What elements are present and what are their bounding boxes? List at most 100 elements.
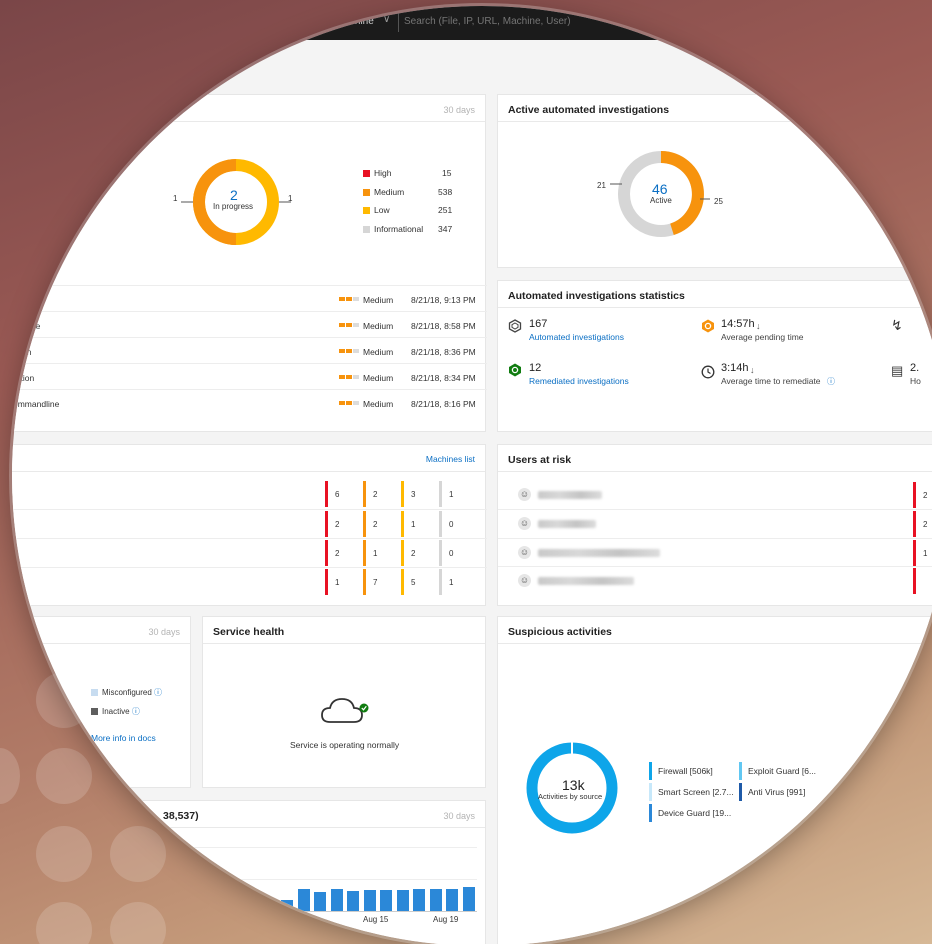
reporting-bar[interactable] [446,889,458,911]
severity-bar-medium [363,511,366,537]
legend-count: 251 [438,205,453,215]
severity-bar-high [913,482,916,508]
alerts-card: 30 days 1 1 2 In progress High 15 Medium… [12,94,487,432]
user-row[interactable]: ☺ [498,568,932,594]
medium-count: 1 [373,549,378,558]
legend-item-smart-screen[interactable]: Smart Screen [2.7... [649,783,734,801]
legend-item-low[interactable]: Low [363,205,390,215]
severity-bar-info [439,540,442,566]
info-icon[interactable]: ⓘ [827,376,835,387]
legend-item-misconfigured[interactable]: Misconfigured ⓘ [91,687,162,698]
alert-row[interactable]: ration Medium 8/21/18, 8:34 PM [12,365,487,389]
machine-selector[interactable]: Machine [336,16,374,27]
search-input[interactable] [404,16,704,27]
user-icon: ☺ [518,574,531,587]
alert-row[interactable]: ommandline Medium 8/21/18, 8:16 PM [12,391,487,415]
severity-bar-high [913,511,916,537]
active-investigations-card: Active automated investigations 21 25 46… [497,94,932,268]
x-axis [279,911,477,912]
stat-value: 167 [529,318,548,330]
reporting-bar[interactable] [462,887,475,911]
stat-label: Ho [910,376,921,386]
donut-value[interactable]: 2 [230,187,238,203]
machine-row[interactable]: 2 1 2 0 [12,539,487,567]
reporting-bar[interactable] [297,889,310,911]
legend-item-anti-virus[interactable]: Anti Virus [991] [739,783,806,801]
machine-reporting-card: 38,537) 30 days Aug 15 Aug 19 [12,800,486,944]
redacted-user-name [538,520,596,528]
hourglass-hex-icon [702,319,714,333]
donut-value[interactable]: 46 [652,181,668,197]
user-row[interactable]: ☺ 2 [498,511,932,537]
machines-at-risk-card: Machines list 6 2 3 1 2 2 1 0 2 1 2 0 1 … [12,444,487,606]
legend-item-device-guard[interactable]: Device Guard [19... [649,804,731,822]
severity-bar [339,401,345,405]
severity-bar [346,323,352,327]
legend-swatch [91,708,98,715]
severity-bar-high [325,569,328,595]
reporting-bar[interactable] [363,890,376,911]
alert-name: andline [13,321,41,331]
info-icon[interactable]: ⓘ [154,688,162,697]
alert-row[interactable]: andline Medium 8/21/18, 8:58 PM [12,313,487,337]
x-tick-label: Aug 19 [433,915,459,924]
severity-bar [346,349,352,353]
severity-bar [353,323,359,327]
card-title-fragment: 38,537) [163,810,199,822]
alert-time: 8/21/18, 8:34 PM [411,373,476,383]
stat-value: 14:57h [721,318,755,330]
severity-bar-info [439,481,442,507]
card-header: Active automated investigations [498,95,932,122]
legend-item-medium[interactable]: Medium [363,187,404,197]
user-row[interactable]: ☺ 2 [498,482,932,508]
reporting-bar[interactable] [281,900,293,911]
severity-bar-medium [363,481,366,507]
machine-row[interactable]: 1 7 5 1 [12,568,487,596]
severity-bar-high [325,540,328,566]
legend-item-exploit-guard[interactable]: Exploit Guard [6... [739,762,816,780]
divider [12,311,487,312]
severity-bar [339,375,345,379]
alert-row[interactable]: ndline Medium 8/21/18, 9:13 PM [12,287,487,311]
security-dashboard: Machine ∨ 30 days 1 1 2 In progress High… [12,6,932,944]
reporting-bar[interactable] [347,891,359,911]
card-header: Suspicious activities [498,617,932,644]
reporting-bar[interactable] [330,889,343,911]
card-header: Machines list [12,445,485,472]
alert-name: ation [13,347,32,357]
low-count: 2 [411,549,416,558]
info-icon[interactable]: ⓘ [132,707,140,716]
magnifier-lens: Machine ∨ 30 days 1 1 2 In progress High… [12,6,932,944]
cloud-check-icon [321,698,369,723]
stat-value: 2. [910,362,920,374]
arrow-down-icon: ↓ [750,365,755,375]
stat-link[interactable]: Automated investigations [529,332,624,342]
severity-bar [353,349,359,353]
reporting-bar[interactable] [380,890,392,911]
alert-row[interactable]: ation Medium 8/21/18, 8:36 PM [12,339,487,363]
reporting-bar[interactable] [314,892,326,911]
legend-count: 538 [438,187,453,197]
legend-item-firewall[interactable]: Firewall [506k] [649,762,713,780]
chevron-down-icon[interactable]: ∨ [383,14,390,25]
reporting-bar[interactable] [429,889,442,911]
reporting-bar[interactable] [396,890,409,911]
reporting-bar[interactable] [413,889,425,911]
severity-bar [346,375,352,379]
user-row[interactable]: ☺ 1 [498,540,932,566]
card-title: Suspicious activities [508,626,612,638]
docs-link[interactable]: More info in docs [91,733,156,743]
machines-list-link[interactable]: Machines list [426,454,475,464]
alert-time: 8/21/18, 8:58 PM [411,321,476,331]
legend-item-informational[interactable]: Informational [363,224,423,234]
machine-row[interactable]: 2 2 1 0 [12,510,487,538]
alert-name: ommandline [13,399,60,409]
severity-bar-low [401,481,404,507]
machine-row[interactable]: 6 2 3 1 [12,480,487,508]
stat-link[interactable]: Remediated investigations [529,376,629,386]
legend-item-inactive[interactable]: Inactive ⓘ [91,706,140,717]
redacted-user-name [538,491,602,499]
legend-item-high[interactable]: High [363,168,391,178]
sensor-health-card: 30 days Misconfigured ⓘ Inactive ⓘ More … [12,616,191,788]
investigation-stats-card: Automated investigations statistics 167 … [497,280,932,432]
